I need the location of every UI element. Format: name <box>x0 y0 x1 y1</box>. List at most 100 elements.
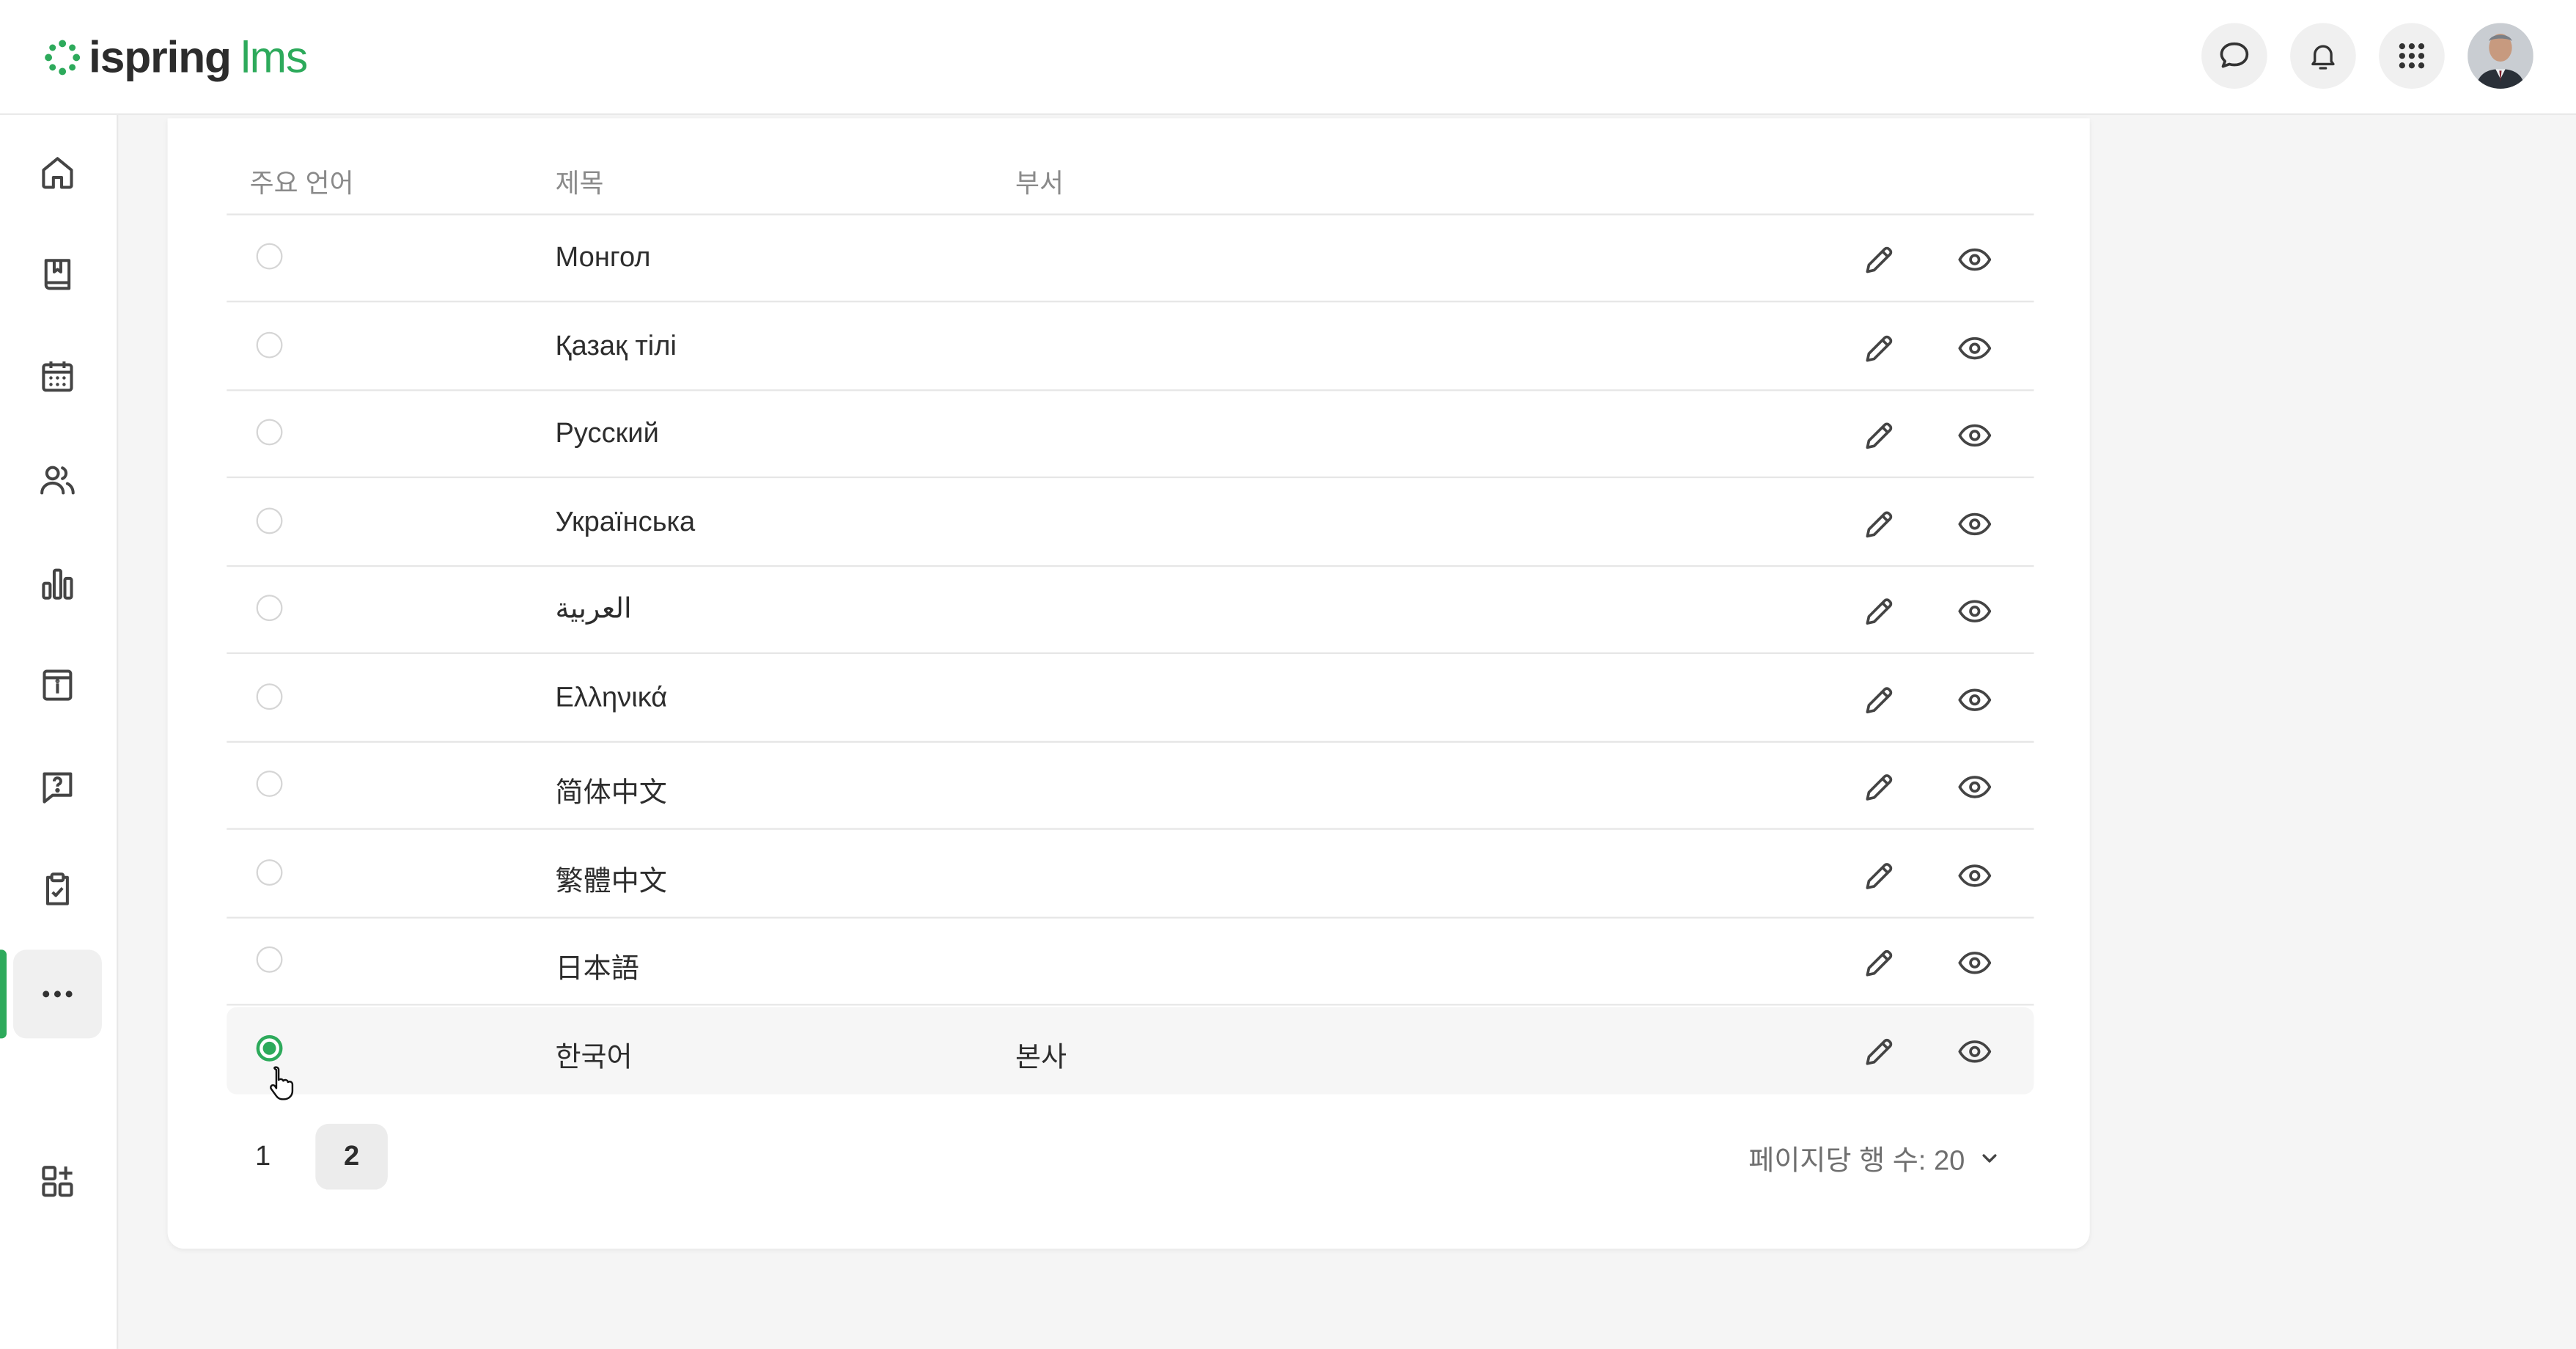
table-row[interactable]: 简体中文 <box>227 743 2034 830</box>
language-title: Ελληνικά <box>555 680 668 713</box>
primary-language-radio[interactable] <box>256 419 283 446</box>
pagination: 1 2 <box>227 1123 388 1190</box>
view-eye-icon[interactable] <box>1955 857 1995 893</box>
language-title: العربية <box>555 593 632 625</box>
topbar-actions <box>2201 23 2533 89</box>
primary-language-radio[interactable] <box>256 858 283 885</box>
edit-pencil-icon[interactable] <box>1861 241 1897 277</box>
ispring-lms-logo[interactable]: ispring lms <box>43 29 308 85</box>
sidebar-item-info[interactable] <box>13 641 102 729</box>
view-eye-icon[interactable] <box>1955 417 1995 453</box>
table-row[interactable]: 日本語 <box>227 919 2034 1006</box>
sidebar-item-calendar[interactable] <box>13 332 102 421</box>
user-avatar-image <box>2468 23 2533 89</box>
table-row[interactable]: Русский <box>227 391 2034 479</box>
sidebar-item-assignments[interactable] <box>13 845 102 933</box>
page-button-2[interactable]: 2 <box>315 1123 388 1190</box>
info-archive-icon <box>43 669 73 701</box>
ispring-logo-icon <box>45 40 81 76</box>
sidebar-item-home[interactable] <box>13 128 102 217</box>
edit-pencil-icon[interactable] <box>1861 857 1897 893</box>
column-header-title[interactable]: 제목 <box>555 161 603 201</box>
help-question-icon <box>43 772 73 804</box>
primary-language-radio[interactable] <box>256 595 283 622</box>
language-title: Монгол <box>555 241 651 273</box>
language-title: 繁體中文 <box>555 864 667 897</box>
top-bar: ispring lms <box>0 0 2576 115</box>
edit-pencil-icon[interactable] <box>1861 329 1897 365</box>
sidebar-item-more[interactable] <box>12 949 102 1039</box>
sidebar-active-indicator <box>0 949 7 1039</box>
table-row[interactable]: Ελληνικά <box>227 655 2034 742</box>
primary-language-radio[interactable] <box>256 683 283 710</box>
language-title: 한국어 <box>555 1040 633 1073</box>
table-row[interactable]: Қазақ тілі <box>227 303 2034 391</box>
page-button-1[interactable]: 1 <box>227 1124 299 1190</box>
sidebar-item-users[interactable] <box>13 435 102 524</box>
book-icon <box>44 259 71 290</box>
language-title: 日本語 <box>555 952 639 985</box>
language-title: Українська <box>555 505 696 537</box>
edit-pencil-icon[interactable] <box>1861 505 1897 541</box>
chat-button[interactable] <box>2201 23 2267 89</box>
table-row[interactable]: 繁體中文 <box>227 831 2034 918</box>
sidebar-item-add-widgets[interactable] <box>13 1137 102 1226</box>
rows-per-page-label: 페이지당 행 수: 20 <box>1748 1145 1965 1177</box>
language-title: Русский <box>555 417 659 449</box>
table-row[interactable]: 한국어 본사 <box>227 1006 2034 1094</box>
view-eye-icon[interactable] <box>1955 945 1995 981</box>
rows-per-page-select[interactable]: 페이지당 행 수: 20 <box>1748 1137 2001 1178</box>
table-row[interactable]: Українська <box>227 479 2034 567</box>
edit-pencil-icon[interactable] <box>1861 769 1897 805</box>
brand-suffix: lms <box>240 32 308 81</box>
app-window: ispring lms 주요 언어 제목 부서 Монгол Қазақ тіл… <box>0 0 2576 1349</box>
edit-pencil-icon[interactable] <box>1861 945 1897 981</box>
view-eye-icon[interactable] <box>1955 329 1995 365</box>
sidebar-nav <box>0 114 119 1349</box>
user-avatar[interactable] <box>2468 23 2533 89</box>
bell-icon <box>2311 45 2335 70</box>
brand-name: ispring <box>89 32 232 81</box>
clipboard-check-icon <box>45 872 69 905</box>
primary-language-radio[interactable] <box>256 331 283 358</box>
calendar-icon <box>42 361 73 392</box>
table-row[interactable]: العربية <box>227 567 2034 654</box>
add-widgets-icon <box>42 1166 73 1197</box>
sidebar-item-help[interactable] <box>13 743 102 831</box>
column-header-department[interactable]: 부서 <box>1015 161 1064 201</box>
edit-pencil-icon[interactable] <box>1861 1033 1897 1069</box>
sidebar-item-reports[interactable] <box>13 539 102 628</box>
view-eye-icon[interactable] <box>1955 505 1995 541</box>
chevron-down-icon <box>1982 1153 1997 1162</box>
view-eye-icon[interactable] <box>1955 769 1995 805</box>
sidebar-item-learning[interactable] <box>13 230 102 319</box>
primary-language-radio[interactable] <box>256 1034 283 1061</box>
mouse-pointer-icon <box>270 1066 294 1100</box>
column-header-primary-language[interactable]: 주요 언어 <box>250 161 354 201</box>
apps-grid-icon <box>2399 43 2425 69</box>
view-eye-icon[interactable] <box>1955 1033 1995 1069</box>
chat-icon <box>2220 42 2249 68</box>
edit-pencil-icon[interactable] <box>1861 417 1897 453</box>
view-eye-icon[interactable] <box>1955 593 1995 629</box>
view-eye-icon[interactable] <box>1955 241 1995 277</box>
reports-bar-chart-icon <box>42 568 73 600</box>
users-icon <box>40 466 75 495</box>
notifications-button[interactable] <box>2290 23 2356 89</box>
primary-language-radio[interactable] <box>256 946 283 973</box>
apps-button[interactable] <box>2379 23 2445 89</box>
language-title: 简体中文 <box>555 777 667 809</box>
primary-language-radio[interactable] <box>256 771 283 797</box>
home-icon <box>42 157 73 189</box>
language-department: 본사 <box>1015 1040 1067 1073</box>
table-header: 주요 언어 제목 부서 <box>227 144 2034 216</box>
language-title: Қазақ тілі <box>555 329 677 361</box>
table-row[interactable]: Монгол <box>227 216 2034 303</box>
primary-language-radio[interactable] <box>256 243 283 270</box>
more-dots-icon <box>43 990 73 998</box>
view-eye-icon[interactable] <box>1955 681 1995 717</box>
primary-language-radio[interactable] <box>256 507 283 534</box>
edit-pencil-icon[interactable] <box>1861 593 1897 629</box>
edit-pencil-icon[interactable] <box>1861 681 1897 717</box>
languages-card: 주요 언어 제목 부서 Монгол Қазақ тілі Русский Украї… <box>167 118 2090 1249</box>
